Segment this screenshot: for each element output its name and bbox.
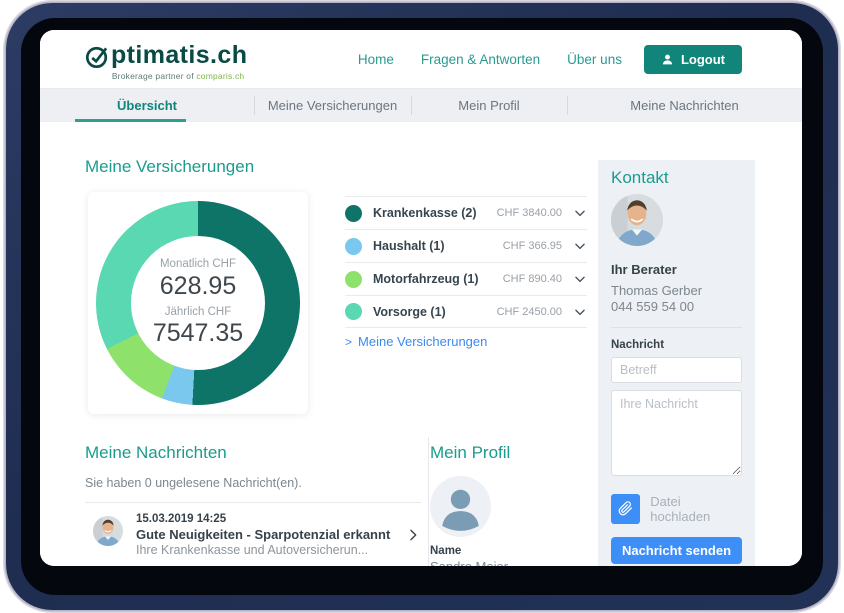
- tab-bar: Übersicht Meine Versicherungen Mein Prof…: [40, 88, 802, 122]
- insurance-legend: Krankenkasse (2) CHF 3840.00 Haushalt (1…: [345, 196, 587, 328]
- main-content: Meine Versicherungen Monatlich CHF 628.9…: [40, 122, 802, 566]
- advisor-photo-icon: [611, 194, 663, 246]
- yearly-label: Jährlich CHF: [165, 306, 231, 320]
- nachricht-label: Nachricht: [611, 339, 742, 351]
- app-screen: ptimatis.ch Brokerage partner of compari…: [40, 30, 802, 566]
- chevron-right-icon[interactable]: [405, 527, 421, 543]
- message-subject: Gute Neuigkeiten - Sparpotenzial erkannt: [136, 527, 399, 543]
- nachrichten-section: Meine Nachrichten Sie haben 0 ungelesene…: [85, 443, 421, 566]
- berater-label: Ihr Berater: [611, 262, 742, 277]
- nav-ueber-uns[interactable]: Über uns: [567, 52, 622, 67]
- berater-name: Thomas Gerber: [611, 283, 742, 299]
- tab-mein-profil[interactable]: Mein Profil: [411, 89, 567, 122]
- yearly-value: 7547.35: [153, 319, 243, 348]
- legend-row-krankenkasse[interactable]: Krankenkasse (2) CHF 3840.00: [345, 196, 587, 229]
- logo-tagline: Brokerage partner of comparis.ch: [85, 71, 247, 81]
- donut-chart-card: Monatlich CHF 628.95 Jährlich CHF 7547.3…: [88, 192, 308, 414]
- betreff-input[interactable]: [611, 357, 742, 383]
- legend-row-vorsorge[interactable]: Vorsorge (1) CHF 2450.00: [345, 295, 587, 328]
- profil-title: Mein Profil: [430, 443, 580, 463]
- user-icon: [661, 53, 674, 66]
- tab-meine-nachrichten[interactable]: Meine Nachrichten: [567, 89, 802, 122]
- link-arrow: >: [345, 335, 352, 349]
- meine-versicherungen-link[interactable]: > Meine Versicherungen: [345, 334, 487, 349]
- logo-check-circle-icon: [85, 44, 110, 69]
- app-window: ptimatis.ch Brokerage partner of compari…: [0, 0, 844, 613]
- legend-label: Haushalt (1): [373, 239, 503, 253]
- unread-status: Sie haben 0 ungelesene Nachricht(en).: [85, 476, 421, 490]
- message-datetime: 15.03.2019 14:25: [136, 512, 399, 527]
- advisor-photo-icon: [93, 516, 123, 546]
- profile-avatar: [430, 476, 491, 537]
- message-texts: 15.03.2019 14:25 Gute Neuigkeiten - Spar…: [136, 512, 399, 559]
- message-preview: Ihre Krankenkasse und Autoversicherun...: [136, 543, 399, 559]
- device-bezel: ptimatis.ch Brokerage partner of compari…: [6, 3, 838, 610]
- legend-label: Krankenkasse (2): [373, 206, 497, 220]
- legend-row-haushalt[interactable]: Haushalt (1) CHF 366.95: [345, 229, 587, 262]
- profile-name-label: Name: [430, 545, 580, 557]
- legend-dot: [345, 271, 362, 288]
- header: ptimatis.ch Brokerage partner of compari…: [40, 30, 802, 88]
- message-avatar: [93, 516, 123, 546]
- berater-phone: 044 559 54 00: [611, 299, 742, 315]
- divider: [611, 327, 742, 328]
- send-message-button[interactable]: Nachricht senden: [611, 537, 742, 564]
- logout-button[interactable]: Logout: [644, 45, 742, 74]
- legend-value: CHF 366.95: [503, 240, 562, 252]
- logout-label: Logout: [681, 52, 725, 67]
- profil-section: Mein Profil Name Sandro Meier: [430, 443, 580, 566]
- vertical-divider: [428, 437, 429, 566]
- legend-dot: [345, 303, 362, 320]
- upload-row: Datei hochladen: [611, 494, 742, 524]
- chevron-down-icon[interactable]: [573, 272, 587, 286]
- message-row[interactable]: 15.03.2019 14:25 Gute Neuigkeiten - Spar…: [85, 503, 421, 566]
- attach-file-button[interactable]: [611, 494, 640, 524]
- legend-label: Motorfahrzeug (1): [373, 272, 503, 286]
- kontakt-title: Kontakt: [611, 168, 742, 188]
- kontakt-sidebar: Kontakt Ihr Berater Thomas: [598, 160, 755, 566]
- monthly-label: Monatlich CHF: [160, 258, 236, 272]
- tab-uebersicht[interactable]: Übersicht: [40, 89, 254, 122]
- nav-home[interactable]: Home: [358, 52, 394, 67]
- chevron-down-icon[interactable]: [573, 305, 587, 319]
- legend-value: CHF 2450.00: [497, 306, 562, 318]
- monthly-value: 628.95: [160, 272, 236, 301]
- donut-chart[interactable]: Monatlich CHF 628.95 Jährlich CHF 7547.3…: [96, 201, 300, 405]
- profile-name-value: Sandro Meier: [430, 559, 580, 566]
- nachricht-textarea[interactable]: [611, 390, 742, 476]
- tab-meine-versicherungen[interactable]: Meine Versicherungen: [254, 89, 411, 122]
- nav-fragen-antworten[interactable]: Fragen & Antworten: [421, 52, 540, 67]
- paperclip-icon: [618, 501, 633, 516]
- berater-photo: [611, 194, 663, 246]
- logo[interactable]: ptimatis.ch Brokerage partner of compari…: [85, 42, 247, 81]
- top-nav: Home Fragen & Antworten Über uns: [358, 52, 622, 67]
- chevron-down-icon[interactable]: [573, 239, 587, 253]
- nachrichten-title: Meine Nachrichten: [85, 443, 421, 463]
- legend-dot: [345, 205, 362, 222]
- legend-value: CHF 3840.00: [497, 207, 562, 219]
- donut-center: Monatlich CHF 628.95 Jährlich CHF 7547.3…: [131, 236, 265, 370]
- legend-label: Vorsorge (1): [373, 305, 497, 319]
- legend-value: CHF 890.40: [503, 273, 562, 285]
- tagline-prefix: Brokerage partner of: [112, 71, 197, 81]
- legend-dot: [345, 238, 362, 255]
- legend-row-motorfahrzeug[interactable]: Motorfahrzeug (1) CHF 890.40: [345, 262, 587, 295]
- chevron-down-icon[interactable]: [573, 206, 587, 220]
- logo-text: ptimatis.ch: [111, 43, 247, 68]
- link-label: Meine Versicherungen: [358, 334, 487, 349]
- person-silhouette-icon: [430, 476, 491, 537]
- tagline-brand: comparis.ch: [196, 71, 244, 81]
- versicherungen-title: Meine Versicherungen: [85, 157, 254, 177]
- upload-label: Datei hochladen: [650, 494, 742, 524]
